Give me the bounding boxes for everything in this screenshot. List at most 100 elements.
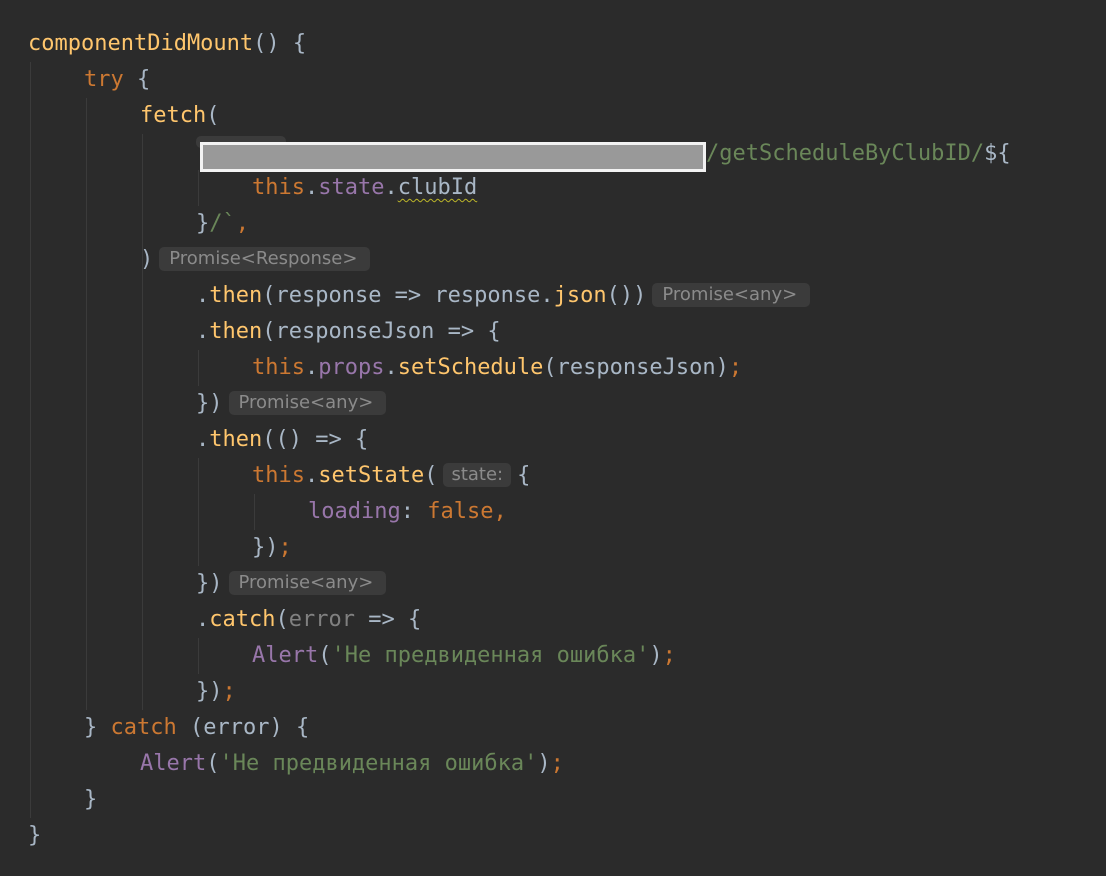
function-call: Alert [140,751,207,776]
code-token: (responseJson) [543,355,729,380]
method-call: setState [318,463,425,488]
code-token: . [196,427,210,452]
code-line: /getScheduleByClubID/${ [706,136,1011,172]
code-token: ) [537,751,551,776]
code-line: }) Promise<any> [196,386,387,422]
code-token: ; [278,535,292,560]
indent-guide [86,98,87,710]
keyword-token: catch [110,715,177,740]
code-line: }) Promise<any> [196,566,387,602]
code-token: . [304,463,319,488]
code-token: ( [206,751,220,776]
code-token: } [84,787,98,812]
code-line: Alert('Не предвиденная ошибка'); [252,638,676,674]
code-editor[interactable]: componentDidMount() { try { fetch( /getS… [0,0,1106,876]
code-token: ${ [984,141,1011,166]
code-line: .then(responseJson => { [196,314,501,350]
code-token: ( [318,643,332,668]
code-token: (responseJson => { [262,319,501,344]
code-token: . [196,319,210,344]
indent-guide [30,62,31,818]
method-call: then [209,283,263,308]
indent-guide [198,350,199,386]
code-line: }); [252,530,292,566]
code-line: componentDidMount() { [28,26,306,62]
code-line: .then(() => { [196,422,368,458]
boolean-literal: false [427,499,494,524]
code-token: ; [662,643,676,668]
code-line: this.setState(state:{ [252,458,530,494]
string-literal: /getScheduleByClubID/ [706,141,985,166]
code-line: loading: false, [308,494,507,530]
string-literal: 'Не предвиденная ошибка' [331,643,650,668]
code-token: (() => { [262,427,369,452]
code-line: }/`, [196,206,249,242]
inlay-type-hint: Promise<any> [652,283,811,307]
code-line: }); [196,674,236,710]
code-token: ( [424,463,438,488]
code-token: (response => response. [262,283,554,308]
code-token: ; [222,679,236,704]
code-line: } [28,818,41,854]
code-line: ) Promise<Response> [140,242,371,278]
code-token: : [400,499,428,524]
code-token: } [196,211,210,236]
code-token: ( [275,607,289,632]
code-token: () { [253,31,307,56]
code-token: }) [196,391,223,416]
inlay-type-hint: Promise<Response> [159,247,371,271]
code-line: try { [84,62,150,98]
this-keyword: this [252,355,305,380]
method-name: componentDidMount [28,31,254,56]
method-call: json [553,283,607,308]
code-token: , [235,211,249,236]
indent-guide [142,134,143,710]
indent-guide [198,458,199,566]
code-token: ( [206,103,220,128]
method-call: then [209,427,263,452]
inlay-type-hint: Promise<any> [228,391,387,415]
string-literal: 'Не предвиденная ошибка' [219,751,538,776]
code-token: } [84,715,111,740]
code-line: } [84,782,97,818]
code-token: { [517,463,531,488]
code-line: .catch(error => { [196,602,421,638]
code-token: . [304,355,319,380]
function-call: Alert [252,643,319,668]
code-line: this.props.setSchedule(responseJson); [252,350,742,386]
code-token: }) [196,571,223,596]
code-token: . [196,283,210,308]
unused-parameter: error [288,607,355,632]
property-token: props [318,355,385,380]
code-token: ; [728,355,743,380]
code-token: (error) { [176,715,310,740]
code-token: , [493,499,507,524]
object-key: loading [308,499,401,524]
code-token: }) [252,535,279,560]
code-line: Alert('Не предвиденная ошибка'); [140,746,564,782]
keyword-token: try [84,67,124,92]
code-token: ) [140,247,154,272]
this-keyword: this [252,463,305,488]
code-token: . [384,175,398,200]
indent-guide [198,638,199,674]
property-token: state [318,175,385,200]
code-token: ) [649,643,663,668]
inlay-type-hint: Promise<any> [228,571,387,595]
code-token: . [384,355,398,380]
code-line: .then(response => response.json()) Promis… [196,278,811,314]
string-literal: /` [209,211,236,236]
code-line: fetch( [140,98,219,134]
indent-guide [198,170,199,206]
method-call: then [209,319,263,344]
redacted-url-box [200,142,706,172]
method-call: setSchedule [397,355,544,380]
inlay-parameter-hint: state: [443,463,512,487]
code-token: } [28,823,42,848]
code-token: ()) [606,283,647,308]
code-token: ; [550,751,564,776]
code-token: }) [196,679,223,704]
code-line: this.state.clubId [252,170,477,206]
this-keyword: this [252,175,305,200]
code-token: { [123,67,151,92]
